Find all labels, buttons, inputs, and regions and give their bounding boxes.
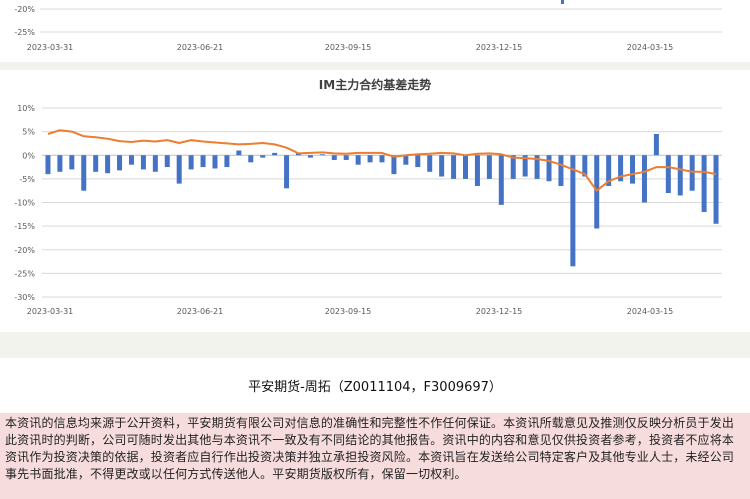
bar (486, 155, 492, 179)
divider-band (0, 332, 750, 358)
bar (319, 154, 325, 156)
bar (474, 155, 480, 186)
y-tick-label: 5% (22, 128, 35, 137)
bar (224, 155, 230, 168)
bar (57, 155, 63, 172)
bar (439, 155, 445, 177)
bar (93, 155, 99, 172)
bar (689, 155, 695, 191)
x-tick-label: 2023-09-15 (325, 307, 372, 316)
y-tick-label: -15% (14, 222, 35, 231)
bar (81, 155, 87, 191)
bar (630, 155, 636, 184)
bar (117, 155, 123, 171)
bar (331, 155, 337, 160)
disclaimer-text: 本资讯的信息均来源于公开资料，平安期货有限公司对信息的准确性和完整性不作任何保证… (0, 413, 750, 499)
bar (152, 155, 158, 172)
bar (701, 155, 707, 212)
bar (284, 155, 290, 189)
bar (546, 155, 552, 182)
x-tick-label: 2023-12-15 (476, 307, 523, 316)
y-tick-label: -20% (14, 246, 35, 255)
bar (45, 155, 51, 175)
im-basis-chart-svg: IM主力合约基差走势 10% 5% 0% -5% -10% -15% -20% -25% -30%… (14, 77, 722, 316)
x-tick-label: 2023-03-31 (27, 307, 74, 316)
bar (248, 155, 254, 163)
bar (140, 155, 146, 170)
author-credit: 平安期货-周拓（Z0011104，F3009697） (248, 380, 502, 395)
bar (188, 155, 194, 170)
bar (391, 155, 397, 175)
bar (212, 155, 218, 169)
bar (236, 150, 242, 156)
bar (594, 155, 600, 229)
divider-band (0, 62, 750, 70)
bar (105, 155, 111, 174)
bar (677, 155, 683, 196)
x-tick-label: 2024-03-15 (627, 43, 674, 52)
bar (403, 155, 409, 165)
bar (427, 155, 433, 172)
bar (415, 155, 421, 168)
bar (164, 155, 170, 168)
bar (379, 155, 385, 163)
bar (260, 155, 266, 158)
chart-title: IM主力合约基差走势 (319, 77, 431, 92)
bar (665, 155, 671, 194)
y-tick-label: -20% (14, 5, 35, 14)
y-tick-label: 0% (22, 151, 35, 160)
bar (451, 155, 457, 179)
x-tick-label: 2023-03-31 (27, 43, 74, 52)
top-chart-svg: -20% -25% 2023-03-31 2023-06-21 2023-09-15 20… (14, 0, 722, 52)
bar (463, 155, 469, 179)
bar (558, 155, 564, 186)
bar (641, 155, 647, 203)
bar (200, 155, 206, 168)
im-basis-chart: IM主力合约基差走势 10% 5% 0% -5% -10% -15% -20% -25% -30%… (0, 70, 750, 332)
y-tick-label: -10% (14, 199, 35, 208)
x-tick-label: 2023-09-15 (325, 43, 372, 52)
x-tick-label: 2024-03-15 (627, 307, 674, 316)
y-tick-label: -5% (19, 175, 35, 184)
x-tick-label: 2023-06-21 (177, 43, 224, 52)
bar (510, 155, 516, 179)
x-tick-label: 2023-12-15 (476, 43, 523, 52)
y-tick-label: -25% (14, 28, 35, 37)
bar (272, 152, 278, 156)
bar (69, 155, 75, 170)
bar (128, 155, 134, 165)
top-chart-fragment: -20% -25% 2023-03-31 2023-06-21 2023-09-15 20… (0, 0, 750, 62)
bar (561, 0, 564, 4)
bar (343, 155, 349, 160)
y-tick-label: -25% (14, 269, 35, 278)
y-tick-label: 10% (17, 104, 35, 113)
bar (653, 133, 659, 156)
bar (307, 155, 313, 158)
bar (713, 155, 719, 224)
bar (498, 155, 504, 205)
y-tick-label: -30% (14, 293, 35, 302)
bar (367, 155, 373, 163)
bar (176, 155, 182, 184)
bar (355, 155, 361, 165)
bar (570, 155, 576, 267)
x-tick-label: 2023-06-21 (177, 307, 224, 316)
